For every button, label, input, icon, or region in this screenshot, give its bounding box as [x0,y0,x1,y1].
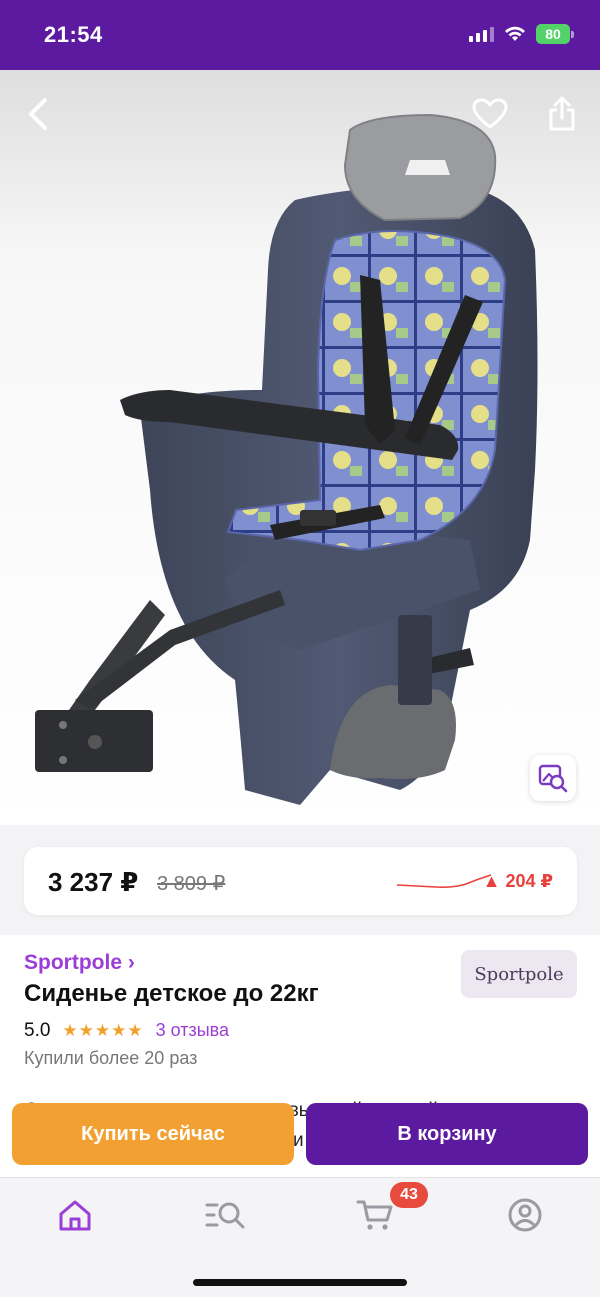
share-button[interactable] [540,92,584,136]
price-card[interactable]: 3 237 ₽ 3 809 ₽ ▲ 204 ₽ [24,847,577,915]
status-bar: 21:54 80 [0,0,600,70]
price-change: ▲ 204 ₽ [482,871,553,891]
price-section: 3 237 ₽ 3 809 ₽ ▲ 204 ₽ [0,825,600,935]
tab-bar: 43 [0,1177,600,1297]
buy-now-button[interactable]: Купить сейчас [12,1103,294,1165]
heart-icon [472,98,508,129]
seller-logo[interactable]: Sportpole [461,950,577,998]
old-price: 3 809 ₽ [157,873,226,895]
rating-row: 5.0 ★★★★★ 3 отзыва [24,1020,229,1042]
back-button[interactable] [16,92,60,136]
battery-icon: 80 [536,24,574,44]
chevron-left-icon [29,98,47,130]
profile-icon [508,1198,542,1232]
cart-count-badge: 43 [390,1182,428,1208]
image-search-icon [538,764,568,793]
home-icon [59,1200,91,1231]
price-trend-icon [396,874,492,888]
rating-stars-icon: ★★★★★ [62,1021,144,1040]
product-photo [0,70,600,825]
product-image[interactable] [0,70,600,825]
status-indicators: 80 [469,24,574,44]
reviews-link[interactable]: 3 отзыва [156,1020,229,1041]
share-icon [549,96,575,131]
favorite-button[interactable] [468,92,512,136]
product-title: Сиденье детское до 22кг [24,980,319,1007]
wifi-icon [505,26,525,41]
tab-home[interactable] [45,1194,105,1236]
add-to-cart-button[interactable]: В корзину [306,1103,588,1165]
catalog-search-icon [205,1202,245,1229]
tab-profile[interactable] [495,1194,555,1236]
home-indicator [193,1279,407,1286]
seller-link[interactable]: Sportpole › [24,951,135,975]
image-search-button[interactable] [530,755,576,801]
battery-level: 80 [536,24,570,44]
status-time: 21:54 [44,22,103,47]
tab-catalog[interactable] [195,1194,255,1236]
cart-icon [356,1200,393,1230]
current-price: 3 237 ₽ [48,867,139,897]
rating-value: 5.0 [24,1020,51,1041]
cellular-signal-icon [469,26,494,42]
purchases-count: Купили более 20 раз [24,1048,198,1068]
